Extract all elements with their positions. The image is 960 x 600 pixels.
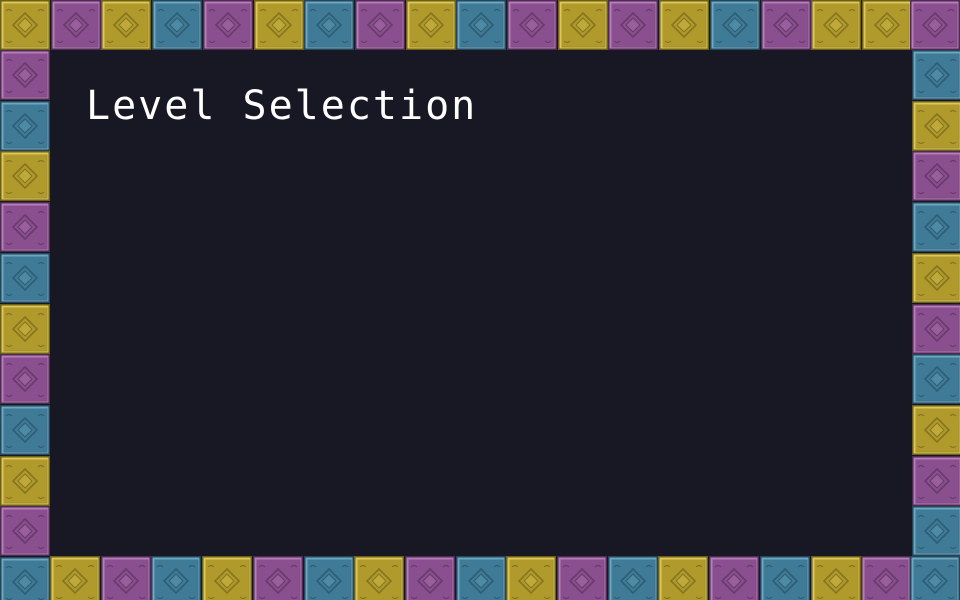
diamond-block-icon bbox=[202, 556, 252, 600]
diamond-block-icon bbox=[456, 556, 506, 600]
diamond-block-icon bbox=[709, 556, 759, 600]
diamond-block-icon bbox=[50, 556, 100, 600]
diamond-block-icon bbox=[101, 556, 151, 600]
diamond-block-icon bbox=[507, 0, 557, 50]
diamond-block-icon bbox=[912, 506, 960, 556]
diamond-block-icon bbox=[506, 556, 556, 600]
diamond-block-icon bbox=[557, 556, 607, 600]
diamond-block-icon bbox=[0, 304, 50, 354]
diamond-block-icon bbox=[912, 101, 960, 151]
diamond-block-icon bbox=[0, 101, 50, 151]
diamond-block-icon bbox=[912, 151, 960, 201]
level-selection-screen: Level Selection bbox=[0, 0, 960, 600]
diamond-block-icon bbox=[862, 0, 912, 50]
diamond-block-icon bbox=[0, 202, 50, 252]
diamond-block-icon bbox=[910, 556, 960, 600]
diamond-block-icon bbox=[0, 557, 50, 600]
diamond-block-icon bbox=[304, 556, 354, 600]
diamond-block-icon bbox=[811, 0, 861, 50]
diamond-block-icon bbox=[152, 0, 202, 50]
diamond-block-icon bbox=[912, 304, 960, 354]
diamond-block-icon bbox=[912, 405, 960, 455]
diamond-block-icon bbox=[861, 556, 911, 600]
diamond-block-icon bbox=[405, 556, 455, 600]
diamond-block-icon bbox=[0, 0, 50, 50]
diamond-block-icon bbox=[912, 456, 960, 506]
diamond-block-icon bbox=[910, 0, 960, 50]
diamond-block-icon bbox=[101, 0, 151, 50]
diamond-block-icon bbox=[912, 354, 960, 404]
diamond-block-icon bbox=[406, 0, 456, 50]
diamond-block-icon bbox=[811, 556, 861, 600]
diamond-block-icon bbox=[760, 556, 810, 600]
diamond-block-icon bbox=[456, 0, 506, 50]
page-title: Level Selection bbox=[86, 83, 478, 129]
diamond-block-icon bbox=[0, 405, 50, 455]
diamond-block-icon bbox=[912, 202, 960, 252]
diamond-block-icon bbox=[912, 50, 960, 100]
diamond-block-icon bbox=[151, 556, 201, 600]
diamond-block-icon bbox=[254, 0, 304, 50]
diamond-block-icon bbox=[0, 253, 50, 303]
diamond-block-icon bbox=[658, 556, 708, 600]
diamond-block-icon bbox=[0, 354, 50, 404]
diamond-block-icon bbox=[0, 506, 50, 556]
diamond-block-icon bbox=[761, 0, 811, 50]
diamond-block-icon bbox=[304, 0, 354, 50]
diamond-block-icon bbox=[355, 0, 405, 50]
diamond-block-icon bbox=[0, 50, 50, 100]
diamond-block-icon bbox=[608, 556, 658, 600]
diamond-block-icon bbox=[253, 556, 303, 600]
diamond-block-icon bbox=[51, 0, 101, 50]
diamond-block-icon bbox=[912, 253, 960, 303]
diamond-block-icon bbox=[203, 0, 253, 50]
diamond-block-icon bbox=[710, 0, 760, 50]
diamond-block-icon bbox=[0, 456, 50, 506]
diamond-block-icon bbox=[354, 556, 404, 600]
diamond-block-icon bbox=[558, 0, 608, 50]
diamond-block-icon bbox=[0, 151, 50, 201]
diamond-block-icon bbox=[608, 0, 658, 50]
diamond-block-icon bbox=[659, 0, 709, 50]
